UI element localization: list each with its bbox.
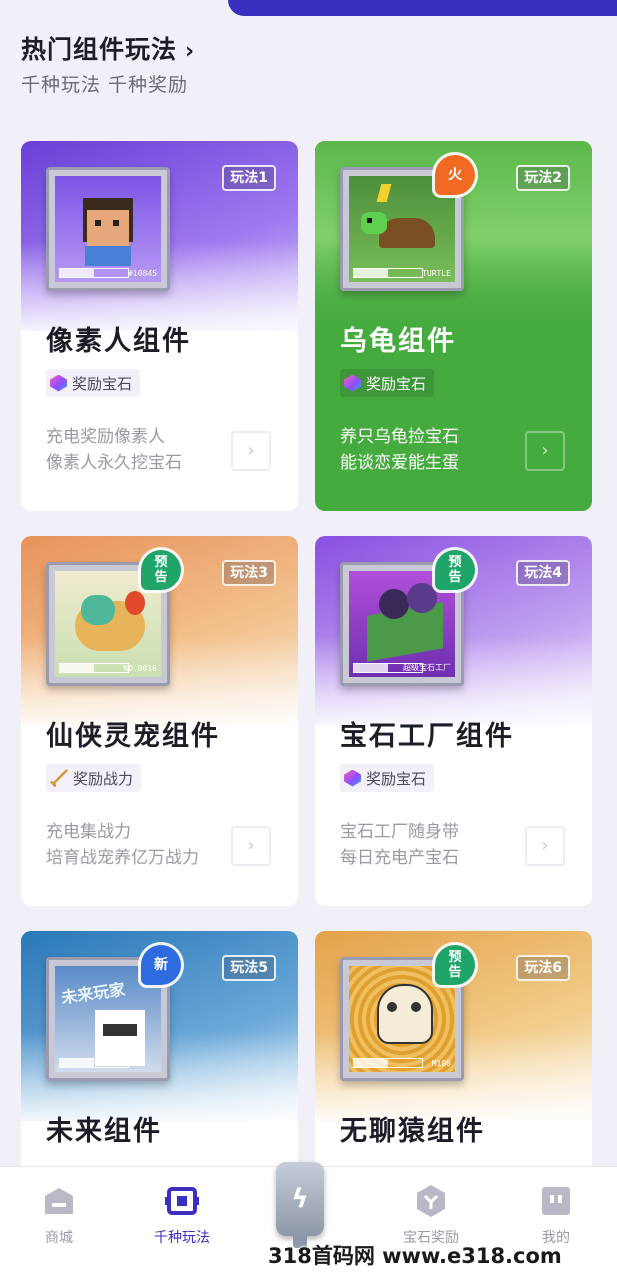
card-description: 充电奖励像素人 像素人永久挖宝石 xyxy=(46,427,182,473)
go-button[interactable]: › xyxy=(525,826,565,866)
reward-chip: 奖励宝石 xyxy=(340,369,435,397)
widget-card-pixel-man[interactable]: 玩法1 #10845 像素人组件 奖励宝石 充电奖励像素人 像素人永久挖宝石 › xyxy=(21,141,298,511)
reward-chip: 奖励战力 xyxy=(46,764,142,792)
play-icon xyxy=(164,1183,200,1219)
widget-card-turtle[interactable]: 玩法2 TURTLE 火 乌龟组件 奖励宝石 养只乌龟捡宝石 能谈恋爱能生蛋 › xyxy=(315,141,592,511)
card-title: 乌龟组件 xyxy=(340,326,456,357)
preview-badge: 预告 xyxy=(435,945,475,985)
profile-icon xyxy=(538,1183,574,1219)
chevron-right-icon: › xyxy=(541,440,549,461)
card-title: 仙侠灵宠组件 xyxy=(46,721,220,752)
chevron-right-icon: › xyxy=(247,835,255,856)
card-title: 像素人组件 xyxy=(46,326,191,357)
section-title[interactable]: 热门组件玩法 › xyxy=(21,30,195,66)
go-button[interactable]: › xyxy=(525,431,565,471)
tab-gem-reward[interactable]: 宝石奖励 xyxy=(376,1183,486,1247)
gem-reward-icon xyxy=(413,1183,449,1219)
new-badge: 新 xyxy=(141,945,181,985)
section-subtitle: 千种玩法 千种奖励 xyxy=(21,74,189,96)
tab-play[interactable]: 千种玩法 xyxy=(127,1183,237,1247)
play-tag: 玩法3 xyxy=(222,560,276,586)
play-tag: 玩法6 xyxy=(516,955,570,981)
tab-profile[interactable]: 我的 xyxy=(501,1183,611,1247)
chevron-right-icon: › xyxy=(247,440,255,461)
play-tag: 玩法4 xyxy=(516,560,570,586)
gem-icon xyxy=(344,769,361,787)
go-button[interactable]: › xyxy=(231,826,271,866)
card-title: 无聊猿组件 xyxy=(340,1116,485,1147)
gem-icon xyxy=(50,374,67,392)
hot-badge: 火 xyxy=(435,155,475,195)
preview-badge: 预告 xyxy=(435,550,475,590)
go-button[interactable]: › xyxy=(231,431,271,471)
widget-preview-frame: #10845 xyxy=(46,167,170,291)
card-description: 宝石工厂随身带 每日充电产宝石 xyxy=(340,822,459,868)
chevron-right-icon: › xyxy=(185,39,196,64)
play-tag: 玩法5 xyxy=(222,955,276,981)
play-tag: 玩法1 xyxy=(222,165,276,191)
card-description: 养只乌龟捡宝石 能谈恋爱能生蛋 xyxy=(340,427,459,473)
gem-icon xyxy=(344,374,361,392)
shop-icon xyxy=(41,1183,77,1219)
tab-shop[interactable]: 商城 xyxy=(4,1183,114,1247)
reward-chip: 奖励宝石 xyxy=(340,764,435,792)
sword-icon xyxy=(50,769,68,787)
play-tag: 玩法2 xyxy=(516,165,570,191)
preview-badge: 预告 xyxy=(141,550,181,590)
top-banner-strip xyxy=(228,0,617,16)
widget-card-spirit-pet[interactable]: 玩法3 NO.0016 预告 仙侠灵宠组件 奖励战力 充电集战力 培育战宠养亿万战… xyxy=(21,536,298,906)
widget-card-gem-factory[interactable]: 玩法4 超级宝石工厂 预告 宝石工厂组件 奖励宝石 宝石工厂随身带 每日充电产宝石… xyxy=(315,536,592,906)
reward-chip: 奖励宝石 xyxy=(46,369,141,397)
card-description: 充电集战力 培育战宠养亿万战力 xyxy=(46,822,199,868)
charger-icon[interactable]: ϟ xyxy=(276,1162,324,1248)
card-title: 未来组件 xyxy=(46,1116,162,1147)
watermark: 318首码网 www.e318.com xyxy=(268,1244,562,1268)
pixel-man-art: #10845 xyxy=(55,176,161,282)
card-title: 宝石工厂组件 xyxy=(340,721,514,752)
chevron-right-icon: › xyxy=(541,835,549,856)
